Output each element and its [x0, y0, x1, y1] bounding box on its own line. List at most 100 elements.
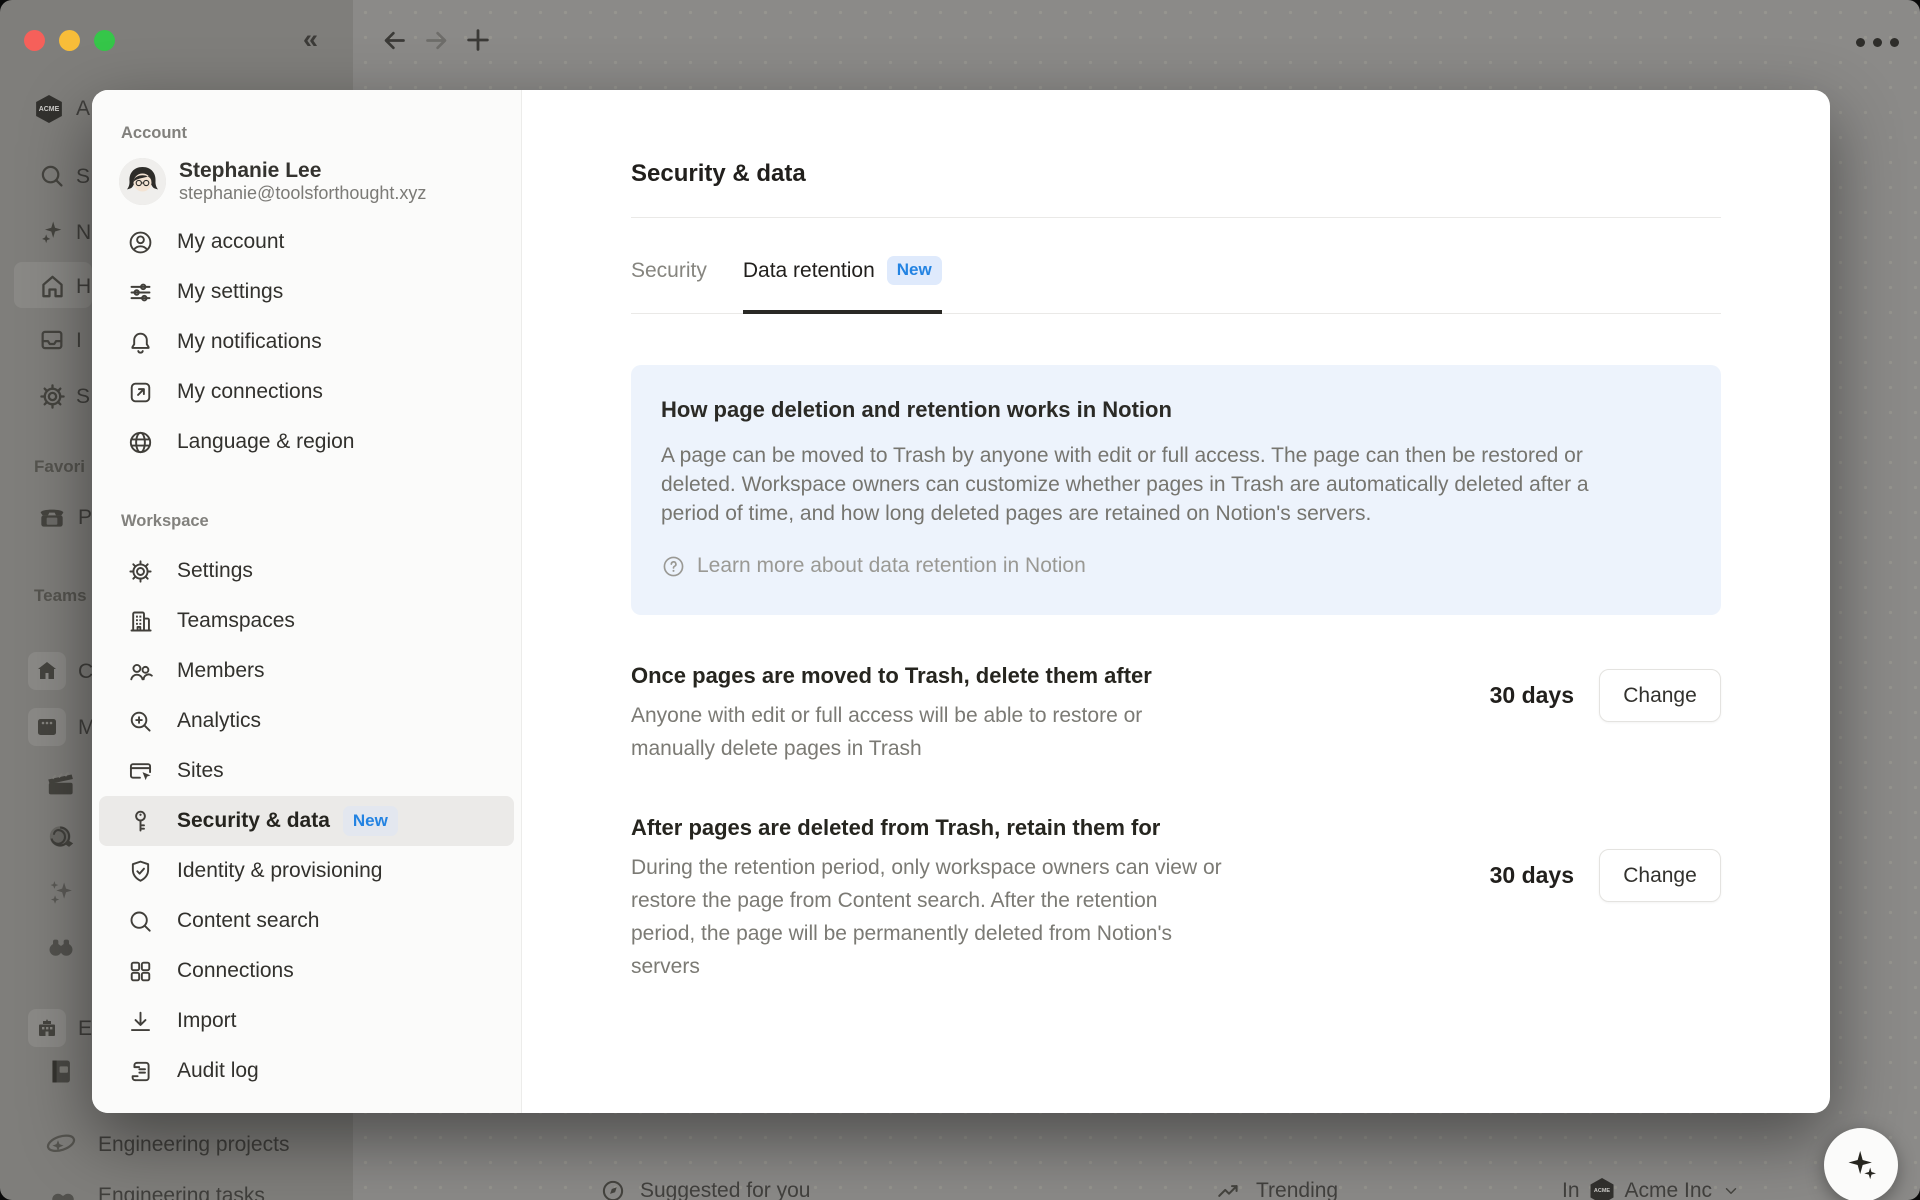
film-box-emoji-icon [35, 715, 59, 739]
settings-modal: Account Stephanie Lee stephanie@toolsfor… [92, 90, 1830, 1113]
trending-icon [1216, 1178, 1242, 1200]
sidebar-item-my-notifications[interactable]: My notifications [99, 317, 514, 367]
avatar [119, 158, 166, 205]
gear-icon [125, 556, 155, 586]
trending-section[interactable]: Trending [1216, 1178, 1338, 1200]
sparkles-emoji-icon[interactable] [46, 876, 77, 907]
notion-ai-floating-button[interactable] [1824, 1128, 1898, 1200]
close-window-button[interactable] [24, 30, 45, 51]
scroll-icon [125, 1056, 155, 1086]
teamspace-icon-box-3[interactable] [28, 1009, 66, 1047]
two-people-icon [125, 656, 155, 686]
page-label-engineering-tasks[interactable]: Engineering tasks [98, 1184, 265, 1200]
sliders-icon [125, 277, 155, 307]
setting-value: 30 days [1490, 682, 1574, 709]
clapperboard-emoji-icon[interactable] [44, 766, 78, 800]
ai-sparkle-icon [1841, 1145, 1881, 1185]
sidebar-item-import[interactable]: Import [99, 996, 514, 1046]
setting-row-trash-delete: Once pages are moved to Trash, delete th… [631, 661, 1721, 765]
download-arrow-icon [125, 1006, 155, 1036]
more-options-icon[interactable] [1848, 34, 1899, 52]
app-window: « ACME A S N H I S Favori P Teams C M E … [0, 0, 1920, 1200]
home-label-fragment: H [76, 275, 91, 299]
search-label-fragment: S [76, 165, 90, 189]
arrow-out-box-icon [125, 377, 155, 407]
teamspace-icon-box-1[interactable] [28, 652, 66, 690]
user-name: Stephanie Lee [179, 158, 426, 183]
change-button[interactable]: Change [1599, 849, 1721, 902]
sidebar-item-analytics[interactable]: Analytics [99, 696, 514, 746]
teamspace-label-fragment-1: C [78, 660, 93, 684]
tab-bar: Security Data retention New [631, 218, 1721, 314]
sidebar-item-teamspaces[interactable]: Teamspaces [99, 596, 514, 646]
compass-icon [600, 1178, 626, 1200]
setting-row-retention-period: After pages are deleted from Trash, reta… [631, 813, 1721, 983]
shell-emoji-icon[interactable] [45, 820, 78, 853]
traffic-lights [24, 30, 115, 51]
account-section-header: Account [92, 123, 521, 143]
setting-heading: Once pages are moved to Trash, delete th… [631, 661, 1311, 691]
learn-more-link[interactable]: Learn more about data retention in Notio… [661, 551, 1691, 581]
search-icon[interactable] [38, 162, 66, 190]
globe-icon [125, 427, 155, 457]
nav-forward-icon[interactable] [423, 27, 450, 54]
settings-label-fragment: S [76, 385, 90, 409]
account-user-row[interactable]: Stephanie Lee stephanie@toolsforthought.… [92, 156, 521, 206]
new-badge: New [887, 256, 942, 285]
home-icon[interactable] [38, 272, 67, 301]
workspace-menu: Settings Teamspaces Members Analytics Si… [92, 546, 521, 1096]
key-icon [125, 806, 155, 836]
workspace-mini-logo: ACME [1590, 1178, 1615, 1200]
user-email: stephanie@toolsforthought.xyz [179, 183, 426, 204]
zoom-window-button[interactable] [94, 30, 115, 51]
sidebar-collapse-icon[interactable]: « [303, 24, 318, 55]
sidebar-item-settings[interactable]: Settings [99, 546, 514, 596]
inbox-icon[interactable] [38, 326, 66, 354]
tab-data-retention[interactable]: Data retention New [743, 256, 942, 314]
magnifier-plus-icon [125, 706, 155, 736]
setting-heading: After pages are deleted from Trash, reta… [631, 813, 1311, 843]
sidebar-item-identity-provisioning[interactable]: Identity & provisioning [99, 846, 514, 896]
setting-description: During the retention period, only worksp… [631, 851, 1311, 983]
notebook-emoji-icon[interactable] [46, 1056, 77, 1087]
workspace-section-header: Workspace [92, 511, 521, 531]
favorites-header-fragment: Favori [34, 457, 85, 477]
binoculars-emoji-icon-2[interactable] [48, 1182, 78, 1200]
school-emoji-icon [35, 1016, 59, 1040]
sidebar-item-my-account[interactable]: My account [99, 217, 514, 267]
tab-security[interactable]: Security [631, 256, 707, 314]
chevron-down-icon [1722, 1182, 1740, 1200]
nav-back-icon[interactable] [381, 27, 408, 54]
comet-emoji-icon[interactable] [43, 1126, 79, 1162]
notion-ai-icon[interactable] [38, 218, 66, 246]
new-badge: New [343, 806, 398, 836]
callout-body: A page can be moved to Trash by anyone w… [661, 441, 1691, 528]
workspace-name-fragment[interactable]: A [76, 97, 90, 121]
sidebar-item-sites[interactable]: Sites [99, 746, 514, 796]
sidebar-item-members[interactable]: Members [99, 646, 514, 696]
sidebar-item-my-settings[interactable]: My settings [99, 267, 514, 317]
workspace-filter-dropdown[interactable]: In ACME Acme Inc [1562, 1178, 1740, 1200]
minimize-window-button[interactable] [59, 30, 80, 51]
page-title: Security & data [631, 158, 1721, 190]
page-label-engineering-projects[interactable]: Engineering projects [98, 1133, 289, 1157]
sidebar-item-language-region[interactable]: Language & region [99, 417, 514, 467]
change-button[interactable]: Change [1599, 669, 1721, 722]
binoculars-emoji-icon[interactable] [45, 931, 77, 963]
sidebar-item-content-search[interactable]: Content search [99, 896, 514, 946]
account-menu: My account My settings My notifications … [92, 217, 521, 467]
teamspace-label-fragment-3: E [78, 1017, 92, 1041]
new-tab-icon[interactable] [464, 26, 492, 54]
shield-check-icon [125, 856, 155, 886]
teamspaces-header-fragment: Teams [34, 586, 87, 606]
sidebar-item-security-data[interactable]: Security & data New [99, 796, 514, 846]
settings-sidebar: Account Stephanie Lee stephanie@toolsfor… [92, 90, 522, 1113]
phone-emoji-icon[interactable] [36, 500, 68, 532]
teamspace-icon-box-2[interactable] [28, 708, 66, 746]
suggested-for-you-section[interactable]: Suggested for you [600, 1178, 810, 1200]
sidebar-item-my-connections[interactable]: My connections [99, 367, 514, 417]
sidebar-item-audit-log[interactable]: Audit log [99, 1046, 514, 1096]
sidebar-item-connections[interactable]: Connections [99, 946, 514, 996]
settings-gear-icon[interactable] [38, 382, 67, 411]
ai-label-fragment: N [76, 221, 91, 245]
